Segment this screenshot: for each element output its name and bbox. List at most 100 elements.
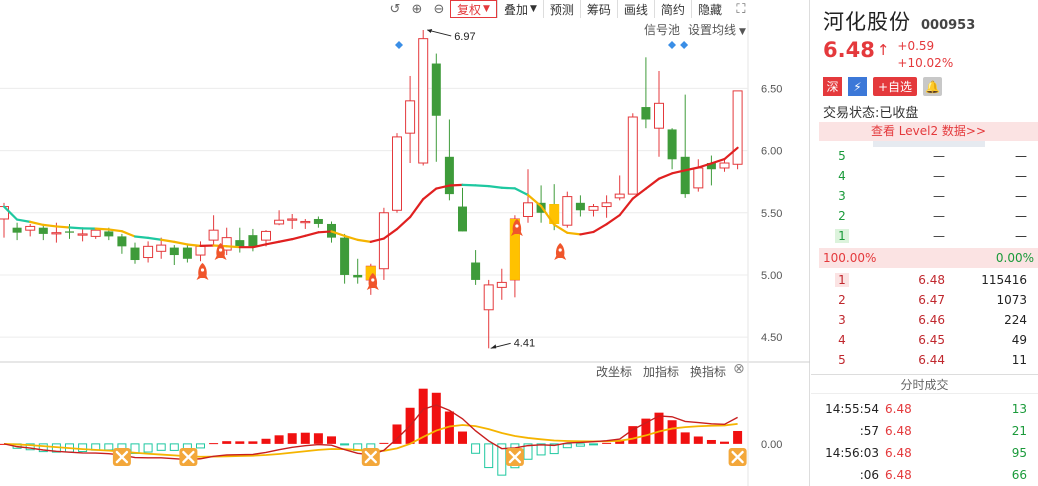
- bid-row: 1 6.48 115416: [811, 270, 1038, 290]
- chart-canvas[interactable]: 6.50 6.00 5.50 5.00 4.50 6.97 4.41 0.00: [0, 0, 810, 486]
- tick-row: :06 6.48 66: [859, 468, 1027, 482]
- zoom-in-icon[interactable]: ⊕: [406, 0, 428, 18]
- candle-body: [248, 235, 258, 247]
- stock-header: 河化股份 000953: [823, 6, 975, 36]
- moving-average-segment: [120, 230, 137, 238]
- ask-row: 4 — —: [838, 169, 1027, 183]
- moving-average-segment: [173, 240, 189, 246]
- caret-down-icon: ▼: [739, 27, 746, 37]
- signal-pool-link[interactable]: 信号池: [644, 21, 680, 38]
- switch-indicator-button[interactable]: 换指标: [690, 363, 726, 380]
- chips-button[interactable]: 筹码: [579, 0, 617, 18]
- y-tick-label: 4.50: [761, 332, 782, 344]
- moving-average-segment: [657, 172, 674, 180]
- macd-bar: [104, 443, 114, 451]
- moving-average-segment: [395, 216, 412, 231]
- moving-average-segment: [644, 177, 661, 190]
- draw-line-button[interactable]: 画线: [616, 0, 654, 18]
- last-price: 6.48: [823, 38, 875, 62]
- y-tick-label: 6.50: [761, 83, 782, 95]
- rocket-window: [558, 248, 562, 252]
- candle-body: [182, 247, 192, 259]
- macd-bar: [196, 443, 205, 449]
- moving-average-segment: [186, 243, 202, 247]
- candle-body: [431, 63, 441, 116]
- moving-average-segment: [160, 238, 176, 243]
- rocket-icon: [196, 263, 209, 280]
- candle-body: [575, 202, 585, 211]
- macd-bar: [143, 443, 153, 453]
- low-pointer-head: [490, 344, 497, 349]
- forecast-button[interactable]: 预测: [542, 0, 580, 18]
- candle-body: [235, 240, 245, 247]
- candle-body: [588, 206, 599, 211]
- candle-body: [641, 107, 651, 120]
- candle-body: [353, 274, 363, 278]
- moving-average-segment: [487, 185, 503, 189]
- level2-link[interactable]: 查看 Level2 数据>>: [819, 122, 1038, 141]
- macd-bar: [720, 441, 729, 444]
- undo-icon[interactable]: ↺: [384, 0, 406, 18]
- moving-average-segment: [474, 184, 490, 188]
- rocket-window: [200, 268, 205, 272]
- candle-body: [117, 236, 127, 247]
- moving-average-segment: [42, 223, 58, 228]
- candle-body: [496, 281, 507, 288]
- ma-settings-link[interactable]: 设置均线 ▼: [688, 21, 746, 38]
- low-label: 4.41: [514, 337, 535, 349]
- macd-bar: [327, 436, 336, 444]
- overlay-button[interactable]: 叠加 ▼: [496, 0, 543, 18]
- ask-row: 5 — —: [838, 149, 1027, 163]
- macd-bar: [287, 433, 297, 444]
- ask-row: 1 — —: [811, 226, 1038, 246]
- bell-icon[interactable]: 🔔: [923, 77, 943, 96]
- tick-row: 14:56:03 6.48 95: [825, 446, 1027, 460]
- close-circle-icon[interactable]: ⊗: [733, 361, 745, 377]
- change-box: +0.59 +10.02%: [897, 38, 953, 72]
- stock-code: 000953: [921, 18, 976, 33]
- macd-bar: [222, 441, 232, 444]
- up-arrow-icon: ↑: [876, 41, 890, 59]
- candle-body: [693, 167, 704, 189]
- macd-bar: [471, 443, 481, 454]
- lightning-icon[interactable]: ⚡: [848, 77, 867, 96]
- percent-change: +10.02%: [897, 56, 954, 70]
- rocket-window: [515, 224, 519, 228]
- candle-body: [287, 218, 298, 221]
- fullscreen-icon[interactable]: ⛶: [730, 0, 752, 18]
- moving-average-segment: [592, 223, 608, 234]
- macd-bar: [156, 443, 166, 451]
- macd-bar: [575, 443, 585, 447]
- moving-average-segment: [16, 218, 32, 223]
- simple-mode-button[interactable]: 简约: [653, 0, 691, 18]
- macd-bar: [248, 441, 258, 444]
- chart-toolbar: ↺ ⊕ ⊖ 复权 ▼ 叠加 ▼ 预测 筹码 画线 简约 隐藏 ⛶: [384, 0, 752, 18]
- candle-body: [143, 245, 154, 259]
- candle-body: [77, 233, 88, 236]
- adjust-rights-button[interactable]: 复权 ▼: [450, 0, 497, 18]
- tick-row: 14:55:54 6.48 13: [825, 402, 1027, 416]
- moving-average-segment: [553, 223, 569, 234]
- chart-panel[interactable]: 6.50 6.00 5.50 5.00 4.50 6.97 4.41 0.00 ↺ ⊕ ⊖ 复…: [0, 0, 810, 486]
- tick-row: :57 6.48 21: [859, 424, 1027, 438]
- candle-body: [458, 206, 467, 232]
- candle-body: [195, 245, 206, 256]
- moving-average-segment: [68, 226, 84, 230]
- add-watchlist-button[interactable]: +自选: [873, 77, 918, 96]
- hide-button[interactable]: 隐藏: [690, 0, 728, 18]
- macd-bar: [706, 439, 716, 444]
- rocket-icon: [554, 243, 567, 260]
- candle-body: [483, 284, 494, 311]
- candle-body: [130, 247, 140, 261]
- ask-row: 3 — —: [838, 189, 1027, 203]
- market-tag: 深: [823, 77, 842, 96]
- change-axis-button[interactable]: 改坐标: [596, 363, 632, 380]
- moving-average-segment: [409, 197, 425, 219]
- price-row: 6.48 ↑ +0.59 +10.02%: [823, 38, 953, 72]
- zoom-out-icon[interactable]: ⊖: [428, 0, 450, 18]
- candle-body: [471, 262, 481, 280]
- add-indicator-button[interactable]: 加指标: [643, 363, 679, 380]
- caret-down-icon: ▼: [529, 4, 537, 14]
- moving-average-segment: [513, 187, 530, 197]
- ticks-title: 分时成交: [811, 374, 1038, 394]
